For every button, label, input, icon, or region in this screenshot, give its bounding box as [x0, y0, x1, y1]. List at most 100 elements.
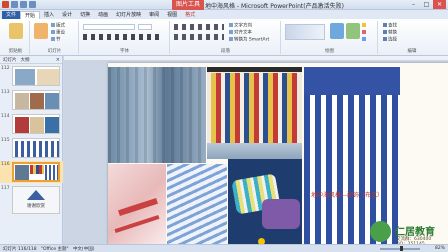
tab-home[interactable]: 开始	[20, 11, 41, 19]
slide-number: 112	[1, 66, 10, 71]
powerpoint-window: 图片工具 地中海风格 - Microsoft PowerPoint(产品激活失败…	[0, 0, 448, 252]
picture-tools-badge: 图片工具	[172, 0, 204, 10]
thumbnail-image	[12, 138, 60, 158]
tab-transitions[interactable]: 切换	[76, 11, 94, 19]
tab-insert[interactable]: 插入	[40, 11, 58, 19]
slide-number: 115	[1, 138, 10, 143]
group-slides: 版式 重设 节 幻灯片	[31, 21, 79, 54]
group-font: 字体	[80, 21, 170, 54]
close-panel-icon[interactable]: ×	[56, 57, 60, 63]
thumbnail-image: 谢谢欣赏	[12, 186, 60, 214]
photo-red-fabric	[108, 164, 166, 247]
tab-review[interactable]: 审阅	[145, 11, 163, 19]
window-controls: – □ ✕	[407, 0, 446, 9]
new-slide-icon[interactable]	[34, 23, 48, 39]
minimize-button[interactable]: –	[407, 0, 420, 9]
reset-button[interactable]: 重设	[51, 30, 65, 36]
slide-number: 114	[1, 114, 10, 119]
replace-button[interactable]: 替换	[383, 30, 397, 36]
arrange-icon[interactable]	[330, 23, 344, 39]
font-size-dropdown[interactable]	[138, 24, 152, 30]
group-label-paragraph: 段落	[221, 49, 230, 54]
undo-icon[interactable]	[20, 1, 27, 8]
photo-pillows	[228, 159, 302, 247]
select-button[interactable]: 选择	[383, 37, 397, 43]
font-name-dropdown[interactable]	[83, 24, 135, 30]
language-indicator[interactable]: 中文(中国)	[73, 247, 95, 252]
slide-number: 113	[1, 90, 10, 95]
slide-thumbnail[interactable]: 117 谢谢欣赏	[0, 185, 63, 215]
shape-fill-button[interactable]	[362, 23, 367, 28]
tab-slideshow[interactable]: 幻灯片放映	[112, 11, 145, 19]
status-bar: 幻灯片 116/118 "Office 主题" 中文(中国) 82%	[0, 244, 448, 252]
group-label-drawing: 绘图	[325, 49, 334, 54]
group-label-slides: 幻灯片	[47, 49, 62, 54]
photo-gray-curtains	[108, 67, 206, 163]
slide-thumbnail-selected[interactable]: 116	[0, 161, 63, 183]
current-slide[interactable]: 地中海风格—配饰（布艺）	[108, 63, 448, 249]
slide-number: 116	[1, 162, 10, 167]
panel-tabs: 幻灯片 大纲	[0, 56, 62, 64]
editing-canvas: 地中海风格—配饰（布艺）	[64, 56, 448, 249]
group-label-editing: 编辑	[407, 49, 417, 54]
save-icon[interactable]	[11, 1, 18, 8]
maximize-button[interactable]: □	[420, 0, 433, 9]
zoom-level[interactable]: 82%	[435, 246, 445, 251]
thumbnail-image	[12, 114, 60, 134]
slide-thumbnail[interactable]: 113	[0, 89, 63, 111]
section-button[interactable]: 节	[51, 37, 61, 43]
group-drawing: 绘图	[282, 21, 378, 54]
theme-name: "Office 主题"	[40, 247, 69, 252]
slide-number: 117	[1, 186, 10, 191]
tab-view[interactable]: 视图	[163, 11, 181, 19]
paste-icon[interactable]	[9, 23, 23, 39]
align-buttons[interactable]	[174, 34, 224, 40]
tab-animations[interactable]: 动画	[94, 11, 112, 19]
slides-panel: 幻灯片 大纲 × 112 113 114 115 116 117 谢谢欣赏	[0, 56, 63, 244]
title-bar: 图片工具 地中海风格 - Microsoft PowerPoint(产品激活失败…	[0, 0, 448, 10]
align-text-button[interactable]: 对齐文本	[229, 30, 252, 36]
brand-logo-icon	[370, 221, 391, 242]
thumbnail-image	[12, 90, 60, 110]
group-label-font: 字体	[120, 49, 129, 54]
font-format-buttons[interactable]	[83, 34, 163, 40]
slide-thumbnail[interactable]: 114	[0, 113, 63, 135]
thumbnail-image	[12, 162, 60, 182]
slide-thumbnail[interactable]: 115	[0, 137, 63, 159]
tab-slides[interactable]: 幻灯片	[3, 57, 17, 63]
text-direction-button[interactable]: 文字方向	[229, 23, 252, 29]
quick-access-toolbar	[2, 1, 36, 8]
quick-styles-icon[interactable]	[346, 23, 360, 39]
status-info: 幻灯片 116/118 "Office 主题" 中文(中国)	[3, 246, 94, 252]
window-title: 地中海风格 - Microsoft PowerPoint(产品激活失败)	[205, 3, 344, 10]
app-icon[interactable]	[2, 1, 9, 8]
shape-outline-button[interactable]	[362, 30, 367, 35]
ribbon-tabs: 文件 开始 插入 设计 切换 动画 幻灯片放映 审阅 视图 格式	[0, 10, 448, 19]
ruler	[64, 56, 448, 60]
shapes-gallery[interactable]	[285, 24, 325, 40]
slide-caption: 地中海风格—配饰（布艺）	[310, 192, 383, 199]
group-clipboard: 剪贴板	[2, 21, 30, 54]
zoom-knob[interactable]	[400, 246, 403, 251]
group-label-clipboard: 剪贴板	[8, 49, 23, 54]
thumbnail-caption: 谢谢欣赏	[27, 204, 45, 209]
redo-icon[interactable]	[29, 1, 36, 8]
photo-striped-curtain	[207, 67, 302, 159]
slide-thumbnail[interactable]: 112	[0, 65, 63, 87]
smartart-button[interactable]: 转换为 SmartArt	[229, 37, 269, 43]
photo-blue-stripe-fabric	[167, 164, 227, 247]
layout-button[interactable]: 版式	[51, 23, 65, 29]
tab-outline[interactable]: 大纲	[21, 57, 30, 63]
tab-file[interactable]: 文件	[2, 11, 21, 19]
tab-design[interactable]: 设计	[58, 11, 76, 19]
group-editing: 查找 替换 选择 编辑	[379, 21, 445, 54]
shape-effects-button[interactable]	[362, 37, 367, 42]
close-button[interactable]: ✕	[433, 0, 446, 9]
list-buttons[interactable]	[174, 24, 224, 30]
group-paragraph: 文字方向 对齐文本 转换为 SmartArt 段落	[171, 21, 281, 54]
zoom-slider[interactable]	[380, 246, 420, 251]
tab-format[interactable]: 格式	[181, 11, 199, 19]
photo-blue-striped-curtain	[304, 67, 400, 245]
find-button[interactable]: 查找	[383, 23, 397, 29]
ribbon: 剪贴板 版式 重设 节 幻灯片 字体 文字方向 对齐文本 转换为 SmartAr…	[0, 19, 448, 56]
